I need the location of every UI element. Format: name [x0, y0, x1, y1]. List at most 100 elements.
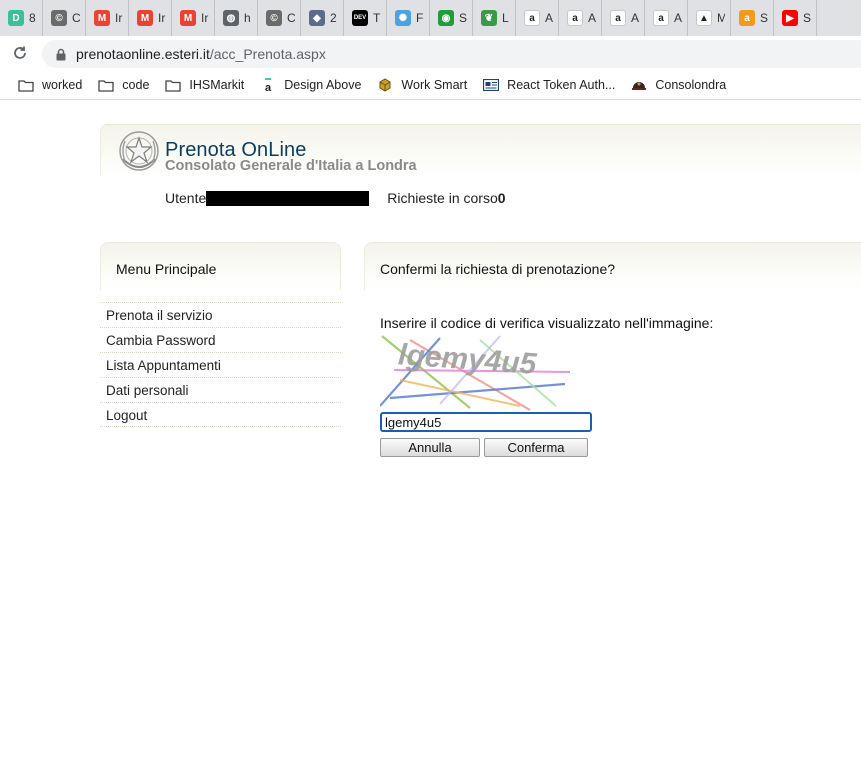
bookmark-label: worked — [42, 78, 83, 92]
tab-title: C — [72, 11, 80, 25]
menu-item-prenota-servizio[interactable]: Prenota il servizio — [100, 302, 341, 327]
browser-tab[interactable]: ◆ 2 — [301, 0, 344, 36]
confirm-button[interactable]: Conferma — [484, 438, 588, 457]
tab-title: 2 — [330, 11, 337, 25]
bookmark-worked[interactable]: worked — [0, 72, 90, 98]
redacted-username — [206, 190, 370, 206]
helmet-icon — [631, 78, 647, 92]
browser-tab[interactable]: ◍ h — [215, 0, 258, 36]
requests-count: 0 — [497, 190, 506, 206]
captcha-instruction: Inserire il codice di verifica visualizz… — [380, 315, 714, 331]
box-icon — [377, 78, 393, 92]
bookmark-label: Design Above — [284, 78, 362, 92]
bookmark-label: React Token Auth... — [507, 78, 616, 92]
bookmark-label: IHSMarkit — [189, 78, 245, 92]
tab-title: h — [244, 11, 251, 25]
gmail-icon: M — [94, 10, 110, 26]
browser-tab[interactable]: © C — [258, 0, 301, 36]
svg-text:a: a — [265, 82, 272, 92]
amazon-icon: a — [567, 10, 583, 26]
menu-item-logout[interactable]: Logout — [100, 402, 341, 427]
confirm-title: Confermi la richiesta di prenotazione? — [380, 261, 616, 277]
reload-icon[interactable] — [10, 43, 30, 63]
browser-tab[interactable]: ▶ S — [774, 0, 817, 36]
amazon-icon: a — [653, 10, 669, 26]
green-circle-icon: ◉ — [438, 10, 454, 26]
tab-title: F — [416, 11, 424, 25]
react-icon: ✺ — [395, 10, 411, 26]
bookmark-code[interactable]: code — [90, 72, 157, 98]
tab-title: 8 — [29, 11, 36, 25]
browser-tab[interactable]: aA — [559, 0, 602, 36]
menu-item-dati-personali[interactable]: Dati personali — [100, 377, 341, 402]
browser-tab[interactable]: ❦ L — [473, 0, 516, 36]
browser-tab[interactable]: M Ir — [86, 0, 129, 36]
gmail-icon: M — [137, 10, 153, 26]
card-icon — [483, 78, 500, 92]
url-path: /acc_Prenota.aspx — [209, 46, 326, 62]
drive-icon: ▲ — [696, 10, 712, 26]
browser-tab[interactable]: ◉ S — [430, 0, 473, 36]
browser-tab[interactable]: ✺ F — [387, 0, 430, 36]
menu-item-lista-appuntamenti[interactable]: Lista Appuntamenti — [100, 352, 341, 377]
bookmark-work-smart[interactable]: Work Smart — [369, 72, 475, 98]
browser-tab[interactable]: aS — [731, 0, 774, 36]
address-bar[interactable]: prenotaonline.esteri.it/acc_Prenota.aspx — [42, 40, 861, 68]
browser-tab[interactable]: M Ir — [172, 0, 215, 36]
tab-title: L — [502, 11, 509, 25]
main-menu: Prenota il servizio Cambia Password List… — [100, 302, 341, 427]
browser-tab[interactable]: M Ir — [129, 0, 172, 36]
bookmarks-bar: worked code IHSMarkit a Design Above Wor… — [0, 71, 861, 100]
tab-title: Ir — [115, 11, 123, 25]
tab-title: S — [459, 11, 467, 25]
site-header: Prenota OnLine Consolato Generale d'Ital… — [100, 124, 861, 176]
tab-title: A — [631, 11, 639, 25]
browser-tab[interactable]: ▲ M — [688, 0, 731, 36]
bookmark-consolondra[interactable]: Consolondra — [623, 72, 734, 98]
lock-icon[interactable] — [54, 47, 68, 61]
browser-tab[interactable]: D8 — [0, 0, 43, 36]
cancel-button[interactable]: Annulla — [380, 438, 480, 457]
amazon-icon: a — [610, 10, 626, 26]
captcha-input[interactable] — [380, 412, 592, 432]
tab-title: A — [674, 11, 682, 25]
tab-title: M — [717, 11, 725, 25]
bookmark-label: code — [122, 78, 150, 92]
tab-title: S — [803, 11, 811, 25]
browser-tab[interactable]: aA — [516, 0, 559, 36]
a-logo-icon: a — [260, 78, 276, 92]
italian-republic-emblem-icon — [119, 131, 159, 171]
amazon-orange-icon: a — [739, 10, 755, 26]
youtube-icon: ▶ — [782, 10, 798, 26]
shield-icon: ◆ — [309, 10, 325, 26]
menu-item-cambia-password[interactable]: Cambia Password — [100, 327, 341, 352]
tab-title: Ir — [201, 11, 209, 25]
amazon-icon: a — [524, 10, 540, 26]
captcha-image: lgemy4u5 — [380, 335, 571, 411]
user-info: Utente Richieste in corso 0 — [165, 190, 506, 206]
bookmark-label: Work Smart — [401, 78, 468, 92]
tab-title: Ir — [158, 11, 166, 25]
tab-title: A — [545, 11, 553, 25]
browser-tab[interactable]: DEV T — [344, 0, 387, 36]
browser-tab[interactable]: aA — [602, 0, 645, 36]
user-label: Utente — [165, 190, 207, 206]
copyright-icon: © — [266, 10, 282, 26]
bookmark-react-token-auth[interactable]: React Token Auth... — [475, 72, 623, 98]
browser-tab[interactable]: aA — [645, 0, 688, 36]
browser-tab[interactable]: © C — [43, 0, 86, 36]
confirm-panel-header: Confermi la richiesta di prenotazione? — [364, 242, 861, 290]
bookmark-label: Consolondra — [655, 78, 727, 92]
requests-label: Richieste in corso — [387, 190, 498, 206]
bookmark-design-above[interactable]: a Design Above — [252, 72, 369, 98]
tab-title: S — [760, 11, 768, 25]
menu-title: Menu Principale — [116, 261, 217, 277]
copyright-icon: © — [51, 10, 67, 26]
tab-title: C — [287, 11, 295, 25]
browser-toolbar: prenotaonline.esteri.it/acc_Prenota.aspx — [0, 36, 861, 71]
dev-icon: DEV — [352, 10, 368, 26]
globe-icon: ◍ — [223, 10, 239, 26]
folder-icon — [98, 78, 114, 92]
bookmark-ihsmarkit[interactable]: IHSMarkit — [157, 72, 252, 98]
site-subtitle: Consolato Generale d'Italia a Londra — [165, 158, 417, 174]
